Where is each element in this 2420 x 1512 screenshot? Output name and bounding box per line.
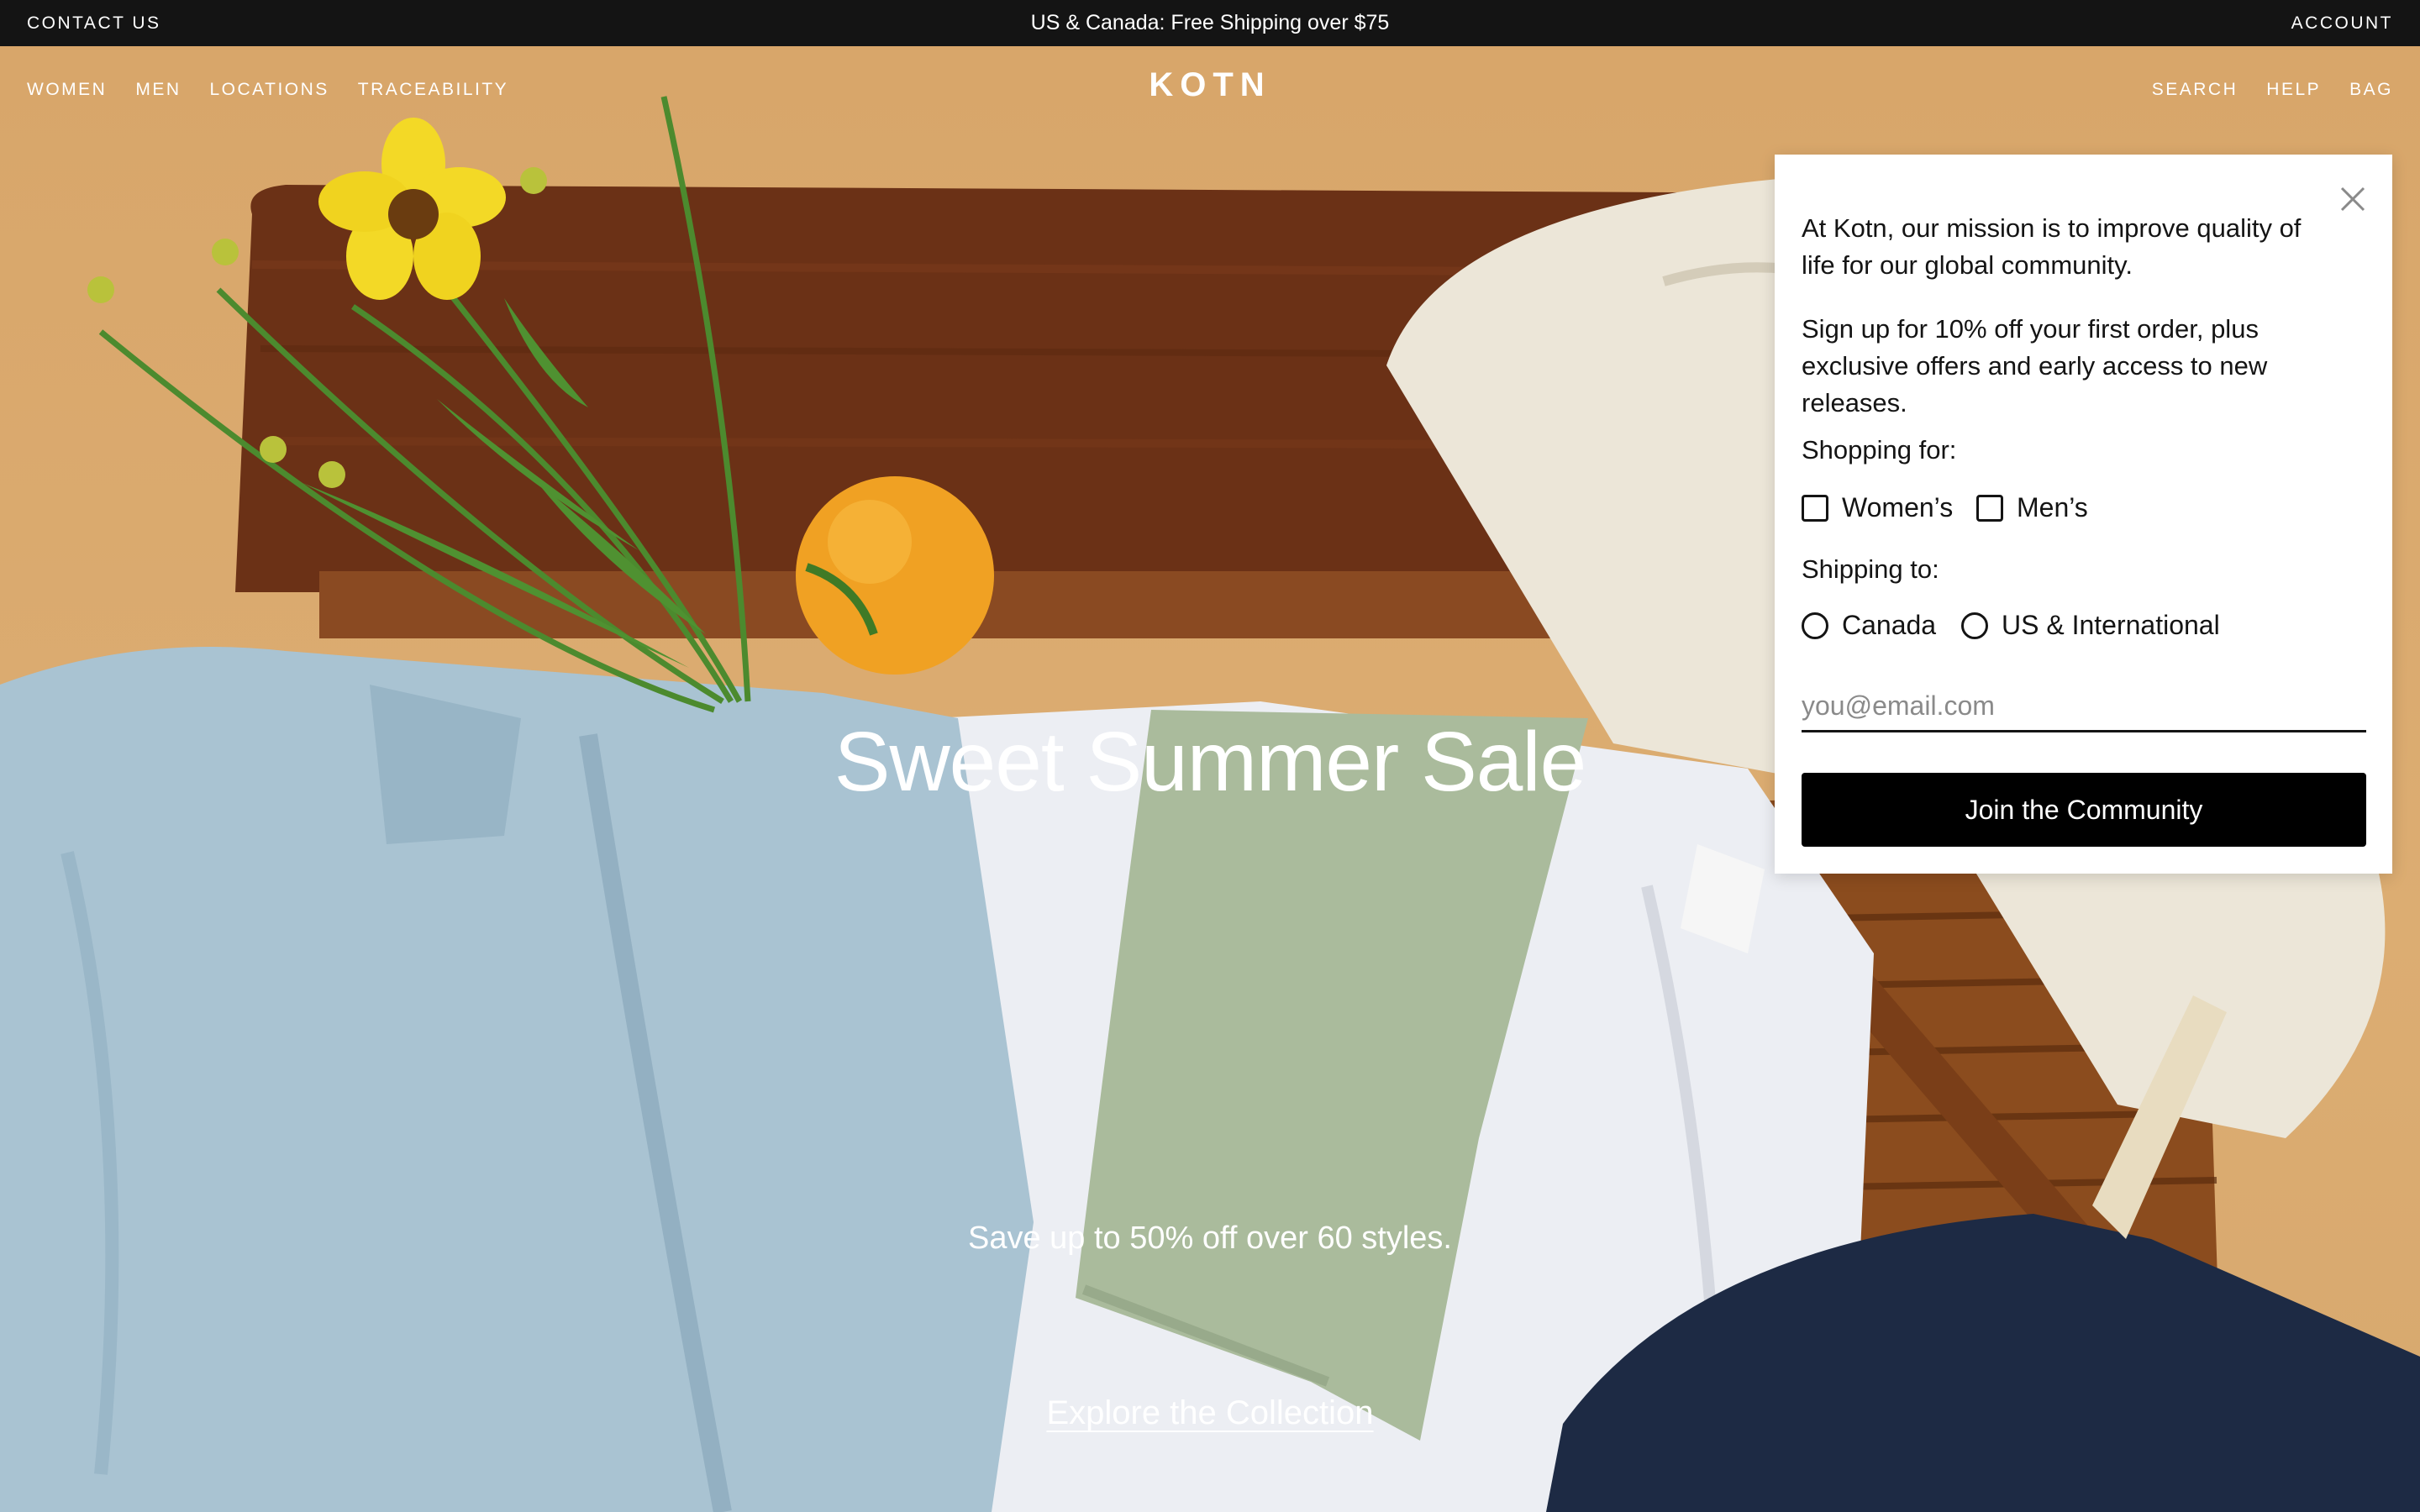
account-link[interactable]: ACCOUNT [2291,0,2393,46]
us-international-radio[interactable]: US & International [1961,610,2220,641]
main-nav: WOMEN MEN LOCATIONS TRACEABILITY [27,80,508,100]
explore-collection-link[interactable]: Explore the Collection [1046,1394,1374,1432]
offer-text: Sign up for 10% off your first order, pl… [1802,314,2268,417]
checkbox-icon[interactable] [1976,494,2003,522]
mission-text: At Kotn, our mission is to improve quali… [1802,213,2302,280]
shopping-for-label: Shopping for: [1802,435,1957,465]
womens-checkbox[interactable]: Women’s [1802,492,1953,523]
nav-search[interactable]: SEARCH [2152,80,2238,100]
nav-women[interactable]: WOMEN [27,80,107,100]
nav-traceability[interactable]: TRACEABILITY [358,80,508,100]
close-icon[interactable] [2338,185,2367,213]
nav-help[interactable]: HELP [2266,80,2321,100]
mens-checkbox[interactable]: Men’s [1976,492,2088,523]
radio-icon[interactable] [1802,612,1828,639]
womens-label: Women’s [1842,492,1954,522]
nav-locations[interactable]: LOCATIONS [210,80,329,100]
canada-radio[interactable]: Canada [1802,610,1936,641]
utility-nav: SEARCH HELP BAG [2152,80,2393,100]
nav-men[interactable]: MEN [135,80,181,100]
checkbox-icon[interactable] [1802,494,1828,522]
join-community-button[interactable]: Join the Community [1802,773,2366,847]
announcement-bar: CONTACT US US & Canada: Free Shipping ov… [0,0,2420,46]
shipping-to-label: Shipping to: [1802,554,1939,584]
newsletter-popup: At Kotn, our mission is to improve quali… [1775,155,2392,874]
mens-label: Men’s [2017,492,2088,522]
nav-bag[interactable]: BAG [2349,80,2393,100]
radio-icon[interactable] [1961,612,1988,639]
hero-subtitle: Save up to 50% off over 60 styles. [968,1221,1452,1256]
logo-text: KOTN [1149,67,1270,101]
canada-label: Canada [1842,610,1937,640]
shipping-promo: US & Canada: Free Shipping over $75 [1030,11,1390,34]
email-input[interactable] [1802,682,2366,732]
kotn-logo[interactable]: KOTN [1139,67,1281,101]
us-international-label: US & International [2002,610,2220,640]
